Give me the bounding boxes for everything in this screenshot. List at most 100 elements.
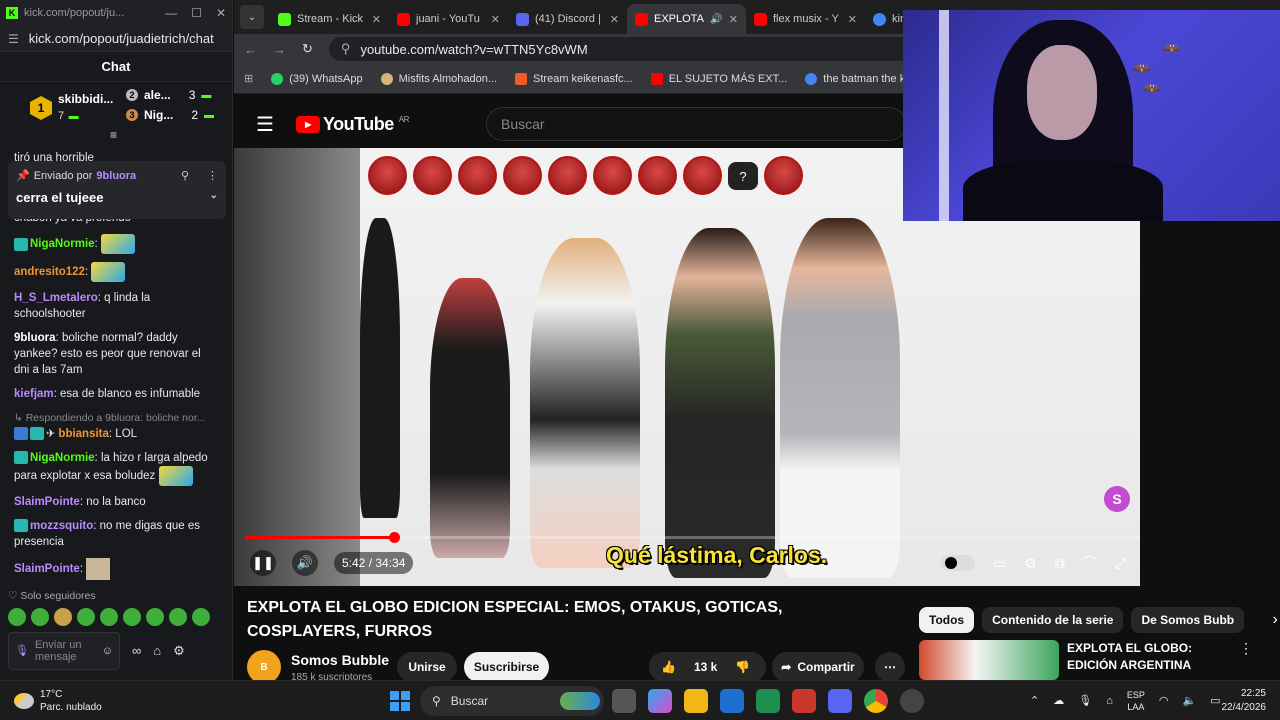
bookmark-sujeto[interactable]: EL SUJETO MÁS EXT... — [650, 72, 787, 85]
chat-username[interactable]: mozzsquito — [30, 520, 93, 532]
rewards-icon[interactable]: ∞ — [132, 643, 141, 659]
file-explorer-icon[interactable] — [684, 688, 708, 713]
pause-button[interactable]: ❚❚ — [250, 550, 276, 576]
emote-icon[interactable] — [8, 608, 26, 626]
mic-icon[interactable]: 🎙 — [1078, 694, 1092, 707]
channel-avatar[interactable]: B — [247, 650, 281, 684]
tab-flex-musix[interactable]: flex musix - Y ✕ — [746, 4, 865, 34]
chevron-right-icon[interactable]: › — [1262, 607, 1280, 633]
clock[interactable]: 22:25 22/4/2026 — [1222, 687, 1267, 715]
task-view-icon[interactable] — [612, 688, 636, 713]
kick-urlbar[interactable]: ☰ kick.com/popout/juadietrich/chat — [0, 26, 232, 52]
chrome-icon[interactable] — [864, 688, 888, 713]
close-tab-icon[interactable]: ✕ — [372, 13, 381, 26]
channel-name[interactable]: Somos Bubble — [291, 652, 389, 668]
emote-icon[interactable] — [31, 608, 49, 626]
chat-username[interactable]: NigaNormie — [30, 238, 95, 250]
chevron-up-icon[interactable]: ⌃ — [1030, 694, 1039, 707]
recommended-video[interactable]: EXPLOTA EL GLOBO: EDICIÓN ARGENTINA ⋮ — [919, 640, 1253, 680]
chip-todos[interactable]: Todos — [919, 607, 975, 633]
settings-icon[interactable]: ⚙ — [1024, 555, 1037, 572]
emote-icon[interactable] — [100, 608, 118, 626]
channel-watermark-icon[interactable]: S — [1104, 486, 1130, 512]
pinned-message[interactable]: 📌 Enviado por 9bluora ⚲ ⋮ cerra el tujee… — [8, 161, 226, 219]
emote-icon[interactable] — [54, 608, 72, 626]
apps-grid-icon[interactable]: ⊞ — [244, 72, 253, 85]
emote-icon[interactable] — [146, 608, 164, 626]
weather-widget[interactable]: 17°C Parc. nublado — [14, 688, 102, 714]
unpin-icon[interactable]: ⚲ — [181, 169, 189, 182]
chat-username[interactable]: bbiansita — [58, 428, 108, 440]
tab-discord[interactable]: (41) Discord | ✕ — [508, 4, 627, 34]
chip-channel[interactable]: De Somos Bubb — [1131, 607, 1245, 633]
emote-icon[interactable] — [192, 608, 210, 626]
tab-search-icon[interactable]: ⌄ — [240, 5, 264, 29]
bookmark-stream[interactable]: Stream keikenasfc... — [515, 72, 633, 85]
miniplayer-icon[interactable]: ⧉ — [1055, 555, 1065, 572]
taskbar-search[interactable]: ⚲ Buscar — [420, 685, 604, 716]
emote-icon[interactable] — [123, 608, 141, 626]
youtube-logo[interactable]: ▶ YouTube AR — [295, 114, 409, 135]
close-tab-icon[interactable]: ✕ — [848, 13, 857, 26]
chat-username[interactable]: SlaimPointe — [14, 563, 80, 575]
recommended-thumbnail[interactable] — [919, 640, 1059, 680]
more-options-icon[interactable]: ⋮ — [207, 169, 218, 182]
emote-icon[interactable] — [77, 608, 95, 626]
emoji-icon[interactable]: ☺ — [102, 645, 113, 657]
chat-input[interactable]: 🎙 Enviar un mensaje ☺ — [8, 632, 120, 670]
maximize-icon[interactable]: ☐ — [191, 6, 202, 20]
chat-username[interactable]: andresito122 — [14, 266, 85, 278]
cloud-icon[interactable]: ☁ — [1053, 694, 1064, 707]
tab-youtube-juani[interactable]: juani - YouTu ✕ — [389, 4, 508, 34]
chat-username[interactable]: SlaimPointe — [14, 496, 80, 508]
bookmark-whatsapp[interactable]: (39) WhatsApp — [271, 72, 363, 85]
youtube-search-input[interactable]: Buscar — [486, 107, 906, 141]
leaderboard-second[interactable]: 2 ale... 3 ▬ — [126, 88, 211, 102]
minimize-icon[interactable]: — — [165, 6, 177, 20]
language-indicator[interactable]: ESP LAA — [1127, 689, 1145, 713]
discord-icon[interactable] — [828, 688, 852, 713]
wifi-icon[interactable]: ◠ — [1159, 694, 1169, 707]
autoplay-toggle[interactable] — [941, 555, 975, 571]
speaker-icon[interactable]: 🔈 — [1182, 694, 1196, 707]
volume-button[interactable]: 🔊 — [292, 550, 318, 576]
leaderboard-third[interactable]: 3 Nig... 2 ▬ — [126, 108, 214, 122]
copilot-icon[interactable] — [648, 688, 672, 713]
tab-kick-stream[interactable]: Stream - Kick ✕ — [270, 4, 389, 34]
like-button[interactable]: 👍 13 k 👎 — [649, 652, 766, 682]
mic-icon[interactable]: 🎙 — [15, 645, 29, 657]
chat-username[interactable]: kiefjam — [14, 388, 54, 400]
settings-icon[interactable]: ⚙ — [173, 643, 185, 659]
progress-bar[interactable] — [246, 532, 1140, 543]
recommended-title[interactable]: EXPLOTA EL GLOBO: EDICIÓN ARGENTINA — [1067, 640, 1227, 680]
thumbs-down-icon[interactable]: 👎 — [735, 660, 750, 674]
chat-username[interactable]: H_S_Lmetalero — [14, 292, 98, 304]
site-info-icon[interactable]: ⚲ — [341, 41, 351, 57]
subscribe-button[interactable]: Suscribirse — [464, 652, 549, 682]
tab-explota-active[interactable]: EXPLOTA 🔊 ✕ — [627, 4, 746, 34]
close-tab-icon[interactable]: ✕ — [610, 13, 619, 26]
join-button[interactable]: Unirse — [397, 652, 457, 682]
menu-icon[interactable]: ☰ — [256, 112, 274, 137]
excel-icon[interactable] — [756, 688, 780, 713]
back-icon[interactable]: ← — [244, 42, 257, 57]
reload-icon[interactable]: ↻ — [302, 41, 313, 57]
close-tab-icon[interactable]: ✕ — [491, 13, 500, 26]
emote-icon[interactable] — [169, 608, 187, 626]
store-icon[interactable]: ⌂ — [153, 643, 161, 659]
word-icon[interactable] — [720, 688, 744, 713]
fullscreen-icon[interactable]: ⤢ — [1115, 555, 1126, 572]
chat-username[interactable]: 9bluora — [14, 332, 56, 344]
collapse-icon[interactable]: ≡ — [110, 128, 117, 142]
share-button[interactable]: ➦ Compartir — [772, 652, 864, 682]
more-actions-button[interactable]: ⋯ — [875, 652, 905, 682]
subtitles-icon[interactable]: ▭ — [993, 555, 1006, 572]
cast-icon[interactable]: ⌒ — [1083, 553, 1097, 573]
battery-icon[interactable]: ▭ — [1210, 694, 1220, 707]
forward-icon[interactable]: → — [273, 42, 286, 57]
chat-username[interactable]: NigaNormie — [30, 452, 95, 464]
site-settings-icon[interactable]: ☰ — [8, 32, 19, 46]
chip-series[interactable]: Contenido de la serie — [982, 607, 1124, 633]
close-tab-icon[interactable]: ✕ — [729, 13, 738, 26]
pinned-user[interactable]: 9bluora — [96, 170, 136, 182]
